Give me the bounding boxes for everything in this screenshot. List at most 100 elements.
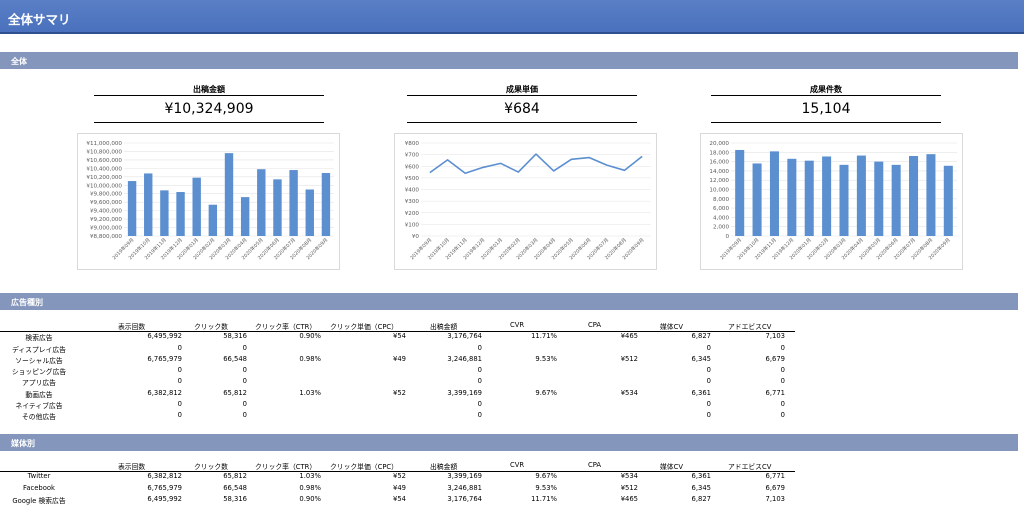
ad-type-cell: ¥512 (620, 354, 638, 363)
ad-type-column-header: 媒体CV (660, 323, 683, 331)
media-column-header: クリック単価（CPC） (330, 463, 398, 471)
ad-type-column-header: クリック率（CTR） (255, 323, 317, 331)
ad-type-cell: 0 (242, 400, 247, 409)
ad-type-cell: 6,765,979 (147, 354, 182, 363)
ad-type-cell: 0 (477, 366, 482, 375)
ad-type-cell: 1.03% (299, 388, 321, 397)
ad-type-cell: 0 (706, 411, 711, 420)
ad-type-cell: 6,382,812 (147, 388, 182, 397)
kpi-conversions-rule-bottom (711, 122, 941, 123)
chart-spend: ¥8,800,000 ¥9,000,000 ¥9,200,000 ¥9,400,000… (77, 133, 340, 270)
ad-type-row-name: アプリ広告 (22, 379, 56, 388)
y-tick-label: ¥10,000,000 (86, 183, 122, 189)
media-cell: 6,771 (765, 472, 785, 481)
section-overall-title: 全体 (11, 57, 27, 66)
media-cell: 6,361 (691, 472, 711, 481)
header-divider (0, 32, 1024, 34)
media-cell: ¥54 (393, 494, 406, 503)
section-overall: 全体 (0, 52, 1018, 69)
bar (176, 192, 185, 236)
ad-type-cell: 0 (706, 343, 711, 352)
ad-type-cell: 0 (242, 343, 247, 352)
ad-type-cell: 0.98% (299, 354, 321, 363)
bar (752, 163, 762, 236)
ad-type-cell: 0 (477, 411, 482, 420)
ad-type-cell: 7,103 (765, 332, 785, 341)
ad-type-cell: 0 (780, 411, 785, 420)
ad-type-cell: 0 (477, 377, 482, 386)
kpi-conversions-label: 成果件数 (810, 85, 842, 94)
media-header-row: 表示回数 クリック数 クリック率（CTR） クリック単価（CPC） 出稿金額 CVR CPA… (0, 460, 1024, 471)
ad-type-cell: 66,548 (223, 354, 247, 363)
bar (144, 173, 153, 236)
media-column-header: CPA (588, 461, 602, 469)
ad-type-cell: 11.71% (531, 332, 557, 341)
ad-type-column-header: クリック単価（CPC） (330, 323, 398, 331)
ad-type-cell: 0 (706, 400, 711, 409)
bar (224, 153, 234, 236)
media-cell: 6,679 (765, 483, 785, 492)
ad-type-cell: ¥534 (620, 388, 638, 397)
ad-type-cell: 0 (177, 400, 182, 409)
ad-type-cell: 6,345 (691, 354, 711, 363)
ad-type-cell: 0.90% (299, 332, 321, 341)
bar (787, 158, 797, 236)
bar (289, 170, 298, 236)
kpi-spend-value: ¥10,324,909 (164, 101, 254, 117)
y-tick-label: 16,000 (709, 160, 729, 166)
ad-type-cell: 6,495,992 (147, 332, 182, 341)
chart-unit-price-svg: ¥0¥100¥200¥300¥400¥500¥600¥700¥8002019年0… (405, 141, 651, 261)
kpi-conversions: 成果件数 15,104 (711, 83, 941, 123)
ad-type-row-name: ショッピング広告 (11, 368, 67, 377)
ad-type-table: 表示回数 クリック数 クリック率（CTR） クリック単価（CPC） 出稿金額 CVR CPA… (0, 320, 1024, 422)
ad-type-cell: 0 (177, 377, 182, 386)
ad-type-cell: 0 (780, 343, 785, 352)
media-cell: 0.90% (299, 494, 321, 503)
y-tick-label: ¥9,000,000 (90, 226, 122, 232)
ad-type-column-header: アドエビスCV (728, 323, 772, 331)
ad-type-cell: 0 (780, 377, 785, 386)
bar (891, 164, 901, 236)
y-tick-label: ¥300 (405, 199, 420, 205)
y-tick-label: ¥100 (405, 222, 420, 228)
y-tick-label: ¥10,200,000 (86, 175, 122, 181)
table-row: ソーシャル広告 6,765,979 66,548 0.98% ¥49 3,246,881 9… (0, 354, 1024, 365)
y-tick-label: ¥800 (405, 141, 420, 147)
ad-type-cell: 9.67% (535, 388, 557, 397)
media-cell: 6,495,992 (147, 494, 182, 503)
ad-type-cell: 0 (242, 366, 247, 375)
ad-type-cell: ¥52 (393, 388, 406, 397)
ad-type-cell: 0 (706, 377, 711, 386)
media-row-name: Google 検索広告 (12, 496, 66, 505)
bar (273, 179, 282, 236)
chart-conversions: 0 2,000 4,000 6,000 8,000 10,000 12,000 14,000 1… (700, 133, 963, 270)
ad-type-cell: 9.53% (535, 354, 557, 363)
kpi-spend-rule-bottom (94, 122, 324, 123)
y-tick-label: ¥9,400,000 (90, 209, 122, 215)
media-column-header: クリック数 (194, 463, 228, 471)
ad-type-cell: 6,827 (691, 332, 711, 341)
media-cell: 3,399,169 (447, 472, 482, 481)
kpi-unit-price-value: ¥684 (504, 101, 540, 117)
kpi-spend-label: 出稿金額 (193, 85, 225, 94)
media-cell: 7,103 (765, 494, 785, 503)
media-cell: 6,382,812 (147, 472, 182, 481)
ad-type-cell: 0 (706, 366, 711, 375)
section-ad-type-title: 広告種別 (11, 298, 43, 307)
section-media: 媒体別 (0, 434, 1018, 451)
table-row: Facebook 6,765,979 66,548 0.98% ¥49 3,246,881… (0, 483, 1024, 494)
bar (909, 156, 919, 236)
media-column-header: 媒体CV (660, 463, 683, 471)
y-tick-label: 2,000 (713, 225, 729, 231)
chart-unit-price: ¥0 ¥100 ¥200 ¥300 ¥400 ¥500 ¥600 ¥700 ¥800 2019年0… (394, 133, 657, 270)
media-cell: 58,316 (223, 494, 247, 503)
ad-type-cell: ¥465 (620, 332, 638, 341)
ad-type-column-header: CVR (510, 321, 525, 329)
ad-type-cell: 0 (780, 400, 785, 409)
bar (822, 156, 832, 236)
ad-type-column-header: クリック数 (194, 323, 228, 331)
table-row: ネイティブ広告 0 0 0 0 0 (0, 399, 1024, 410)
media-cell: 11.71% (531, 494, 557, 503)
ad-type-cell: 0 (780, 366, 785, 375)
ad-type-row-name: ディスプレイ広告 (12, 345, 66, 354)
